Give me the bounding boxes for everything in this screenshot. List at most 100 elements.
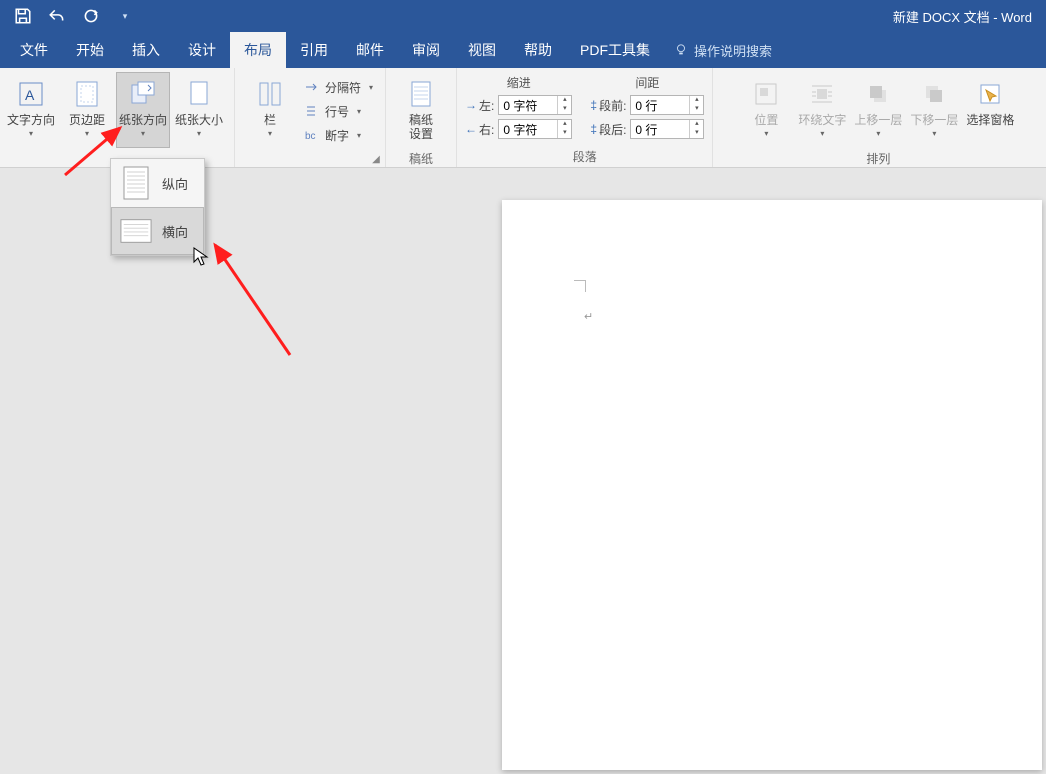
lightbulb-icon bbox=[674, 43, 688, 57]
spacing-header: 间距 bbox=[590, 74, 704, 91]
mouse-cursor-icon bbox=[193, 247, 209, 267]
group-paragraph: 缩进 间距 →左: ▴▾ ‡段前: ▴▾ ←右: ▴▾ ‡段后: ▴▾ bbox=[457, 68, 713, 167]
line-numbers-icon bbox=[303, 103, 319, 119]
hyphenation-icon: bc bbox=[303, 127, 319, 143]
line-numbers-label: 行号 bbox=[325, 103, 349, 120]
chevron-down-icon: ▾ bbox=[29, 129, 33, 138]
tab-design[interactable]: 设计 bbox=[174, 32, 230, 68]
tell-me-search[interactable]: 操作说明搜索 bbox=[664, 32, 772, 68]
text-direction-button[interactable]: A 文字方向 ▾ bbox=[4, 72, 58, 148]
paragraph-group-label: 段落 bbox=[465, 146, 704, 165]
draft-paper-button[interactable]: 稿纸 设置 bbox=[394, 72, 448, 148]
indent-left-lbl: 左: bbox=[479, 97, 494, 114]
step-up-icon[interactable]: ▴ bbox=[690, 96, 703, 105]
wrap-label: 环绕文字 bbox=[798, 113, 846, 127]
page-size-icon bbox=[182, 77, 216, 111]
step-down-icon[interactable]: ▾ bbox=[690, 129, 703, 138]
save-icon[interactable] bbox=[14, 7, 32, 25]
draft-paper-label: 稿纸 设置 bbox=[409, 113, 433, 141]
document-page[interactable]: ↵ bbox=[502, 200, 1042, 770]
tab-home[interactable]: 开始 bbox=[62, 32, 118, 68]
tab-file[interactable]: 文件 bbox=[6, 32, 62, 68]
chevron-down-icon: ▾ bbox=[764, 129, 768, 138]
annotation-arrow-2 bbox=[205, 235, 305, 365]
hyphenation-label: 断字 bbox=[325, 127, 349, 144]
draft-paper-icon bbox=[404, 77, 438, 111]
line-numbers-button[interactable]: 行号▾ bbox=[299, 100, 377, 122]
landscape-label: 横向 bbox=[162, 222, 188, 241]
tab-review[interactable]: 审阅 bbox=[398, 32, 454, 68]
indent-left-field[interactable]: ▴▾ bbox=[498, 95, 572, 115]
portrait-label: 纵向 bbox=[162, 174, 188, 193]
space-after-field[interactable]: ▴▾ bbox=[630, 119, 704, 139]
columns-label: 栏 bbox=[264, 113, 276, 127]
wrap-text-button: 环绕文字 ▾ bbox=[795, 72, 849, 148]
dialog-launcher-icon[interactable]: ◢ bbox=[371, 154, 381, 164]
group-arrange: 位置 ▾ 环绕文字 ▾ 上移一层 ▾ 下移一层 ▾ 选择窗格 bbox=[731, 68, 1025, 167]
position-label: 位置 bbox=[754, 113, 778, 127]
tab-layout[interactable]: 布局 bbox=[230, 32, 286, 68]
chevron-down-icon: ▾ bbox=[141, 129, 145, 138]
margin-indicator bbox=[574, 280, 586, 292]
page-setup-group-label-2: ◢ bbox=[243, 149, 377, 165]
step-down-icon[interactable]: ▾ bbox=[558, 129, 571, 138]
step-down-icon[interactable]: ▾ bbox=[558, 105, 571, 114]
breaks-label: 分隔符 bbox=[325, 79, 361, 96]
breaks-button[interactable]: 分隔符▾ bbox=[299, 76, 377, 98]
selection-pane-button[interactable]: 选择窗格 bbox=[963, 72, 1017, 148]
space-before-field[interactable]: ▴▾ bbox=[630, 95, 704, 115]
bring-forward-icon bbox=[861, 77, 895, 111]
space-after-input[interactable] bbox=[631, 122, 689, 136]
send-backward-icon bbox=[917, 77, 951, 111]
tab-help[interactable]: 帮助 bbox=[510, 32, 566, 68]
tab-mailings[interactable]: 邮件 bbox=[342, 32, 398, 68]
ribbon: A 文字方向 ▾ 页边距 ▾ 纸张方向 ▾ bbox=[0, 68, 1046, 168]
space-before-lbl: 段前: bbox=[599, 97, 626, 114]
title-bar: ▾ 新建 DOCX 文档 - Word bbox=[0, 0, 1046, 32]
undo-icon[interactable] bbox=[48, 7, 66, 25]
tab-insert[interactable]: 插入 bbox=[118, 32, 174, 68]
step-up-icon[interactable]: ▴ bbox=[558, 96, 571, 105]
columns-button[interactable]: 栏 ▾ bbox=[243, 72, 297, 148]
group-draft-paper: 稿纸 设置 稿纸 bbox=[386, 68, 457, 167]
step-up-icon[interactable]: ▴ bbox=[558, 120, 571, 129]
quick-access-toolbar: ▾ bbox=[0, 7, 134, 25]
draft-group-label: 稿纸 bbox=[394, 148, 448, 167]
step-up-icon[interactable]: ▴ bbox=[690, 120, 703, 129]
landscape-icon bbox=[120, 213, 152, 249]
orientation-landscape-item[interactable]: 横向 bbox=[111, 207, 204, 255]
tab-pdf-tools[interactable]: PDF工具集 bbox=[566, 32, 664, 68]
qat-customize-icon[interactable]: ▾ bbox=[116, 7, 134, 25]
position-icon bbox=[749, 77, 783, 111]
indent-header: 缩进 bbox=[465, 74, 572, 91]
hyphenation-button[interactable]: bc 断字 ▾ bbox=[299, 124, 377, 146]
indent-left-input[interactable] bbox=[499, 98, 557, 112]
space-before-icon: ‡ bbox=[590, 98, 597, 112]
send-backward-button: 下移一层 ▾ bbox=[907, 72, 961, 148]
chevron-down-icon: ▾ bbox=[197, 129, 201, 138]
columns-icon bbox=[253, 77, 287, 111]
chevron-down-icon: ▾ bbox=[357, 131, 361, 140]
svg-text:bc: bc bbox=[305, 131, 316, 142]
redo-icon[interactable] bbox=[82, 7, 100, 25]
step-down-icon[interactable]: ▾ bbox=[690, 105, 703, 114]
text-direction-icon: A bbox=[14, 77, 48, 111]
indent-right-field[interactable]: ▴▾ bbox=[498, 119, 572, 139]
size-button[interactable]: 纸张大小 ▾ bbox=[172, 72, 226, 148]
orientation-icon bbox=[126, 77, 160, 111]
chevron-down-icon: ▾ bbox=[932, 129, 936, 138]
bring-forward-label: 上移一层 bbox=[854, 113, 902, 127]
document-area[interactable]: ↵ bbox=[0, 168, 1046, 774]
margins-icon bbox=[70, 77, 104, 111]
group-page-setup-2: 栏 ▾ 分隔符▾ 行号▾ bc 断字▾ ◢ bbox=[235, 68, 386, 167]
breaks-icon bbox=[303, 79, 319, 95]
indent-right-input[interactable] bbox=[499, 122, 557, 136]
chevron-down-icon: ▾ bbox=[820, 129, 824, 138]
space-before-input[interactable] bbox=[631, 98, 689, 112]
tab-view[interactable]: 视图 bbox=[454, 32, 510, 68]
text-direction-label: 文字方向 bbox=[7, 113, 55, 127]
tab-references[interactable]: 引用 bbox=[286, 32, 342, 68]
indent-right-arrow-icon: ← bbox=[465, 122, 477, 136]
chevron-down-icon: ▾ bbox=[268, 129, 272, 138]
bring-forward-button: 上移一层 ▾ bbox=[851, 72, 905, 148]
